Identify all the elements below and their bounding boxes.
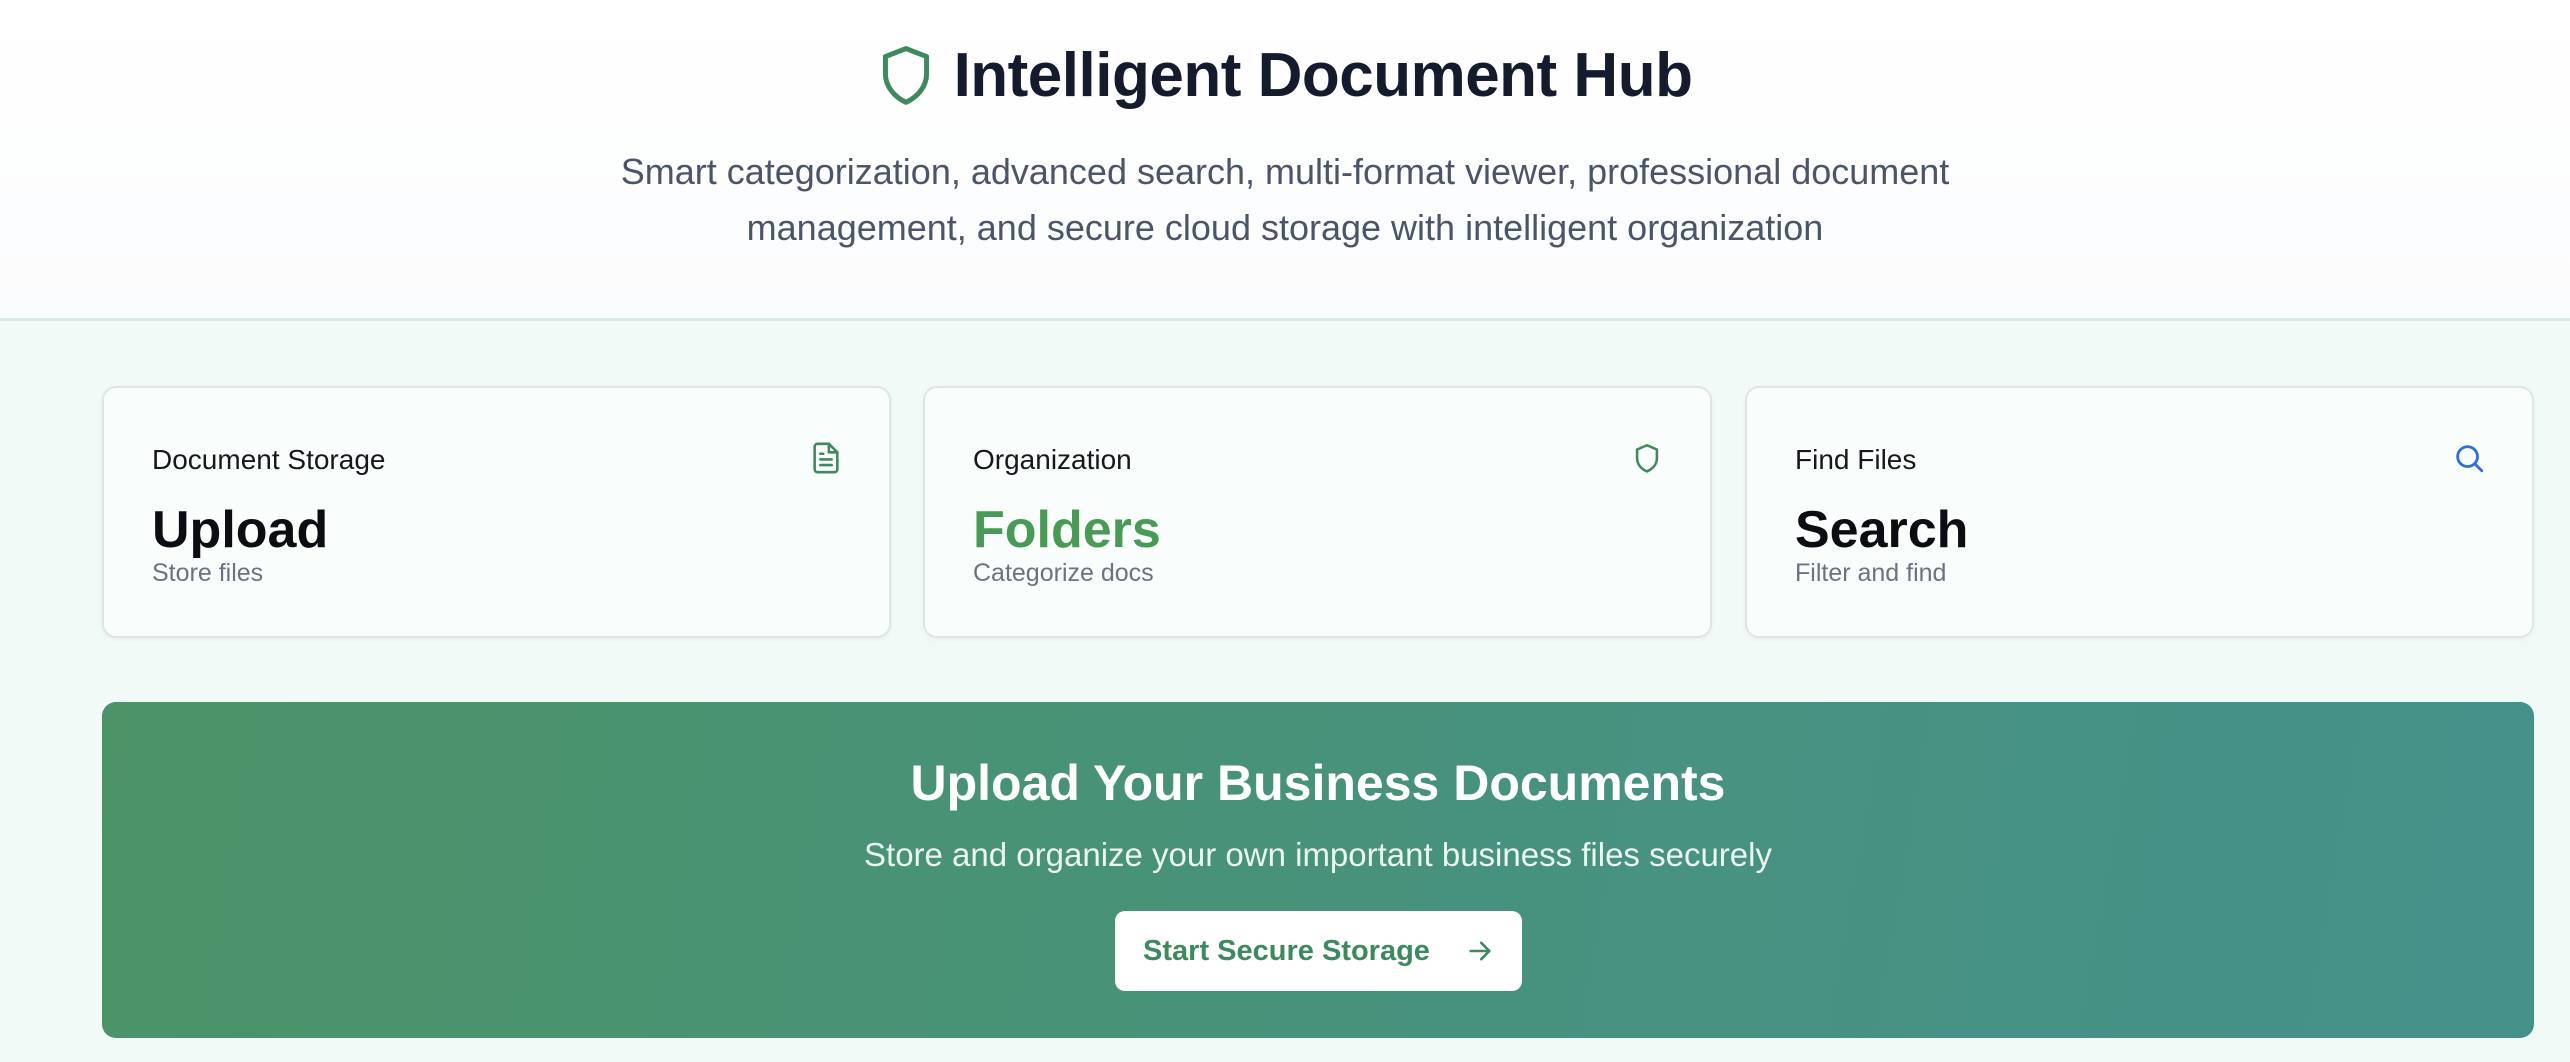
card-description: Store files: [152, 559, 264, 587]
card-label: Find Files: [1795, 444, 1917, 475]
shield-icon: [1630, 440, 1664, 476]
card-label: Organization: [973, 444, 1132, 475]
card-value: Upload: [152, 501, 329, 559]
upload-banner: Upload Your Business Documents Store and…: [102, 702, 2534, 1038]
arrow-right-icon: [1466, 937, 1494, 965]
title-row: Intelligent Document Hub: [0, 36, 2570, 116]
banner-subtitle: Store and organize your own important bu…: [864, 836, 1772, 873]
page-header: Intelligent Document Hub Smart categoriz…: [0, 0, 2570, 321]
search-icon: [2452, 440, 2486, 476]
card-label: Document Storage: [152, 444, 386, 475]
page-subtitle: Smart categorization, advanced search, m…: [620, 151, 1950, 248]
file-text-icon: [809, 440, 843, 476]
feature-cards: Document Storage Upload Store files Orga…: [102, 386, 2534, 638]
card-value: Search: [1795, 501, 1969, 559]
start-secure-storage-button[interactable]: Start Secure Storage: [1115, 911, 1522, 991]
card-organization[interactable]: Organization Folders Categorize docs: [923, 386, 1712, 638]
card-document-storage[interactable]: Document Storage Upload Store files: [102, 386, 891, 638]
card-description: Categorize docs: [973, 559, 1154, 587]
page-title: Intelligent Document Hub: [953, 41, 1693, 110]
banner-title: Upload Your Business Documents: [910, 755, 1726, 811]
cta-label: Start Secure Storage: [1143, 934, 1430, 967]
card-find-files[interactable]: Find Files Search Filter and find: [1745, 386, 2534, 638]
card-value: Folders: [973, 501, 1161, 559]
shield-icon: [878, 44, 934, 108]
card-description: Filter and find: [1795, 559, 1947, 587]
